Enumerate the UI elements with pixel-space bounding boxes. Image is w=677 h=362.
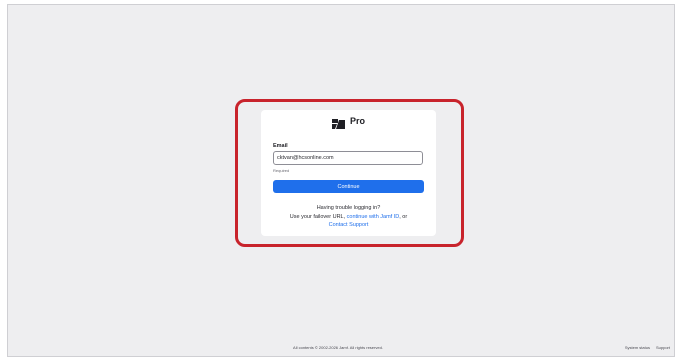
page: Pro Email Required Continue Having troub… [0,0,677,362]
system-status-link[interactable]: System status [625,345,650,350]
support-link[interactable]: Support [656,345,670,350]
copyright-text: All contents © 2002-2026 Jamf. All right… [293,345,383,350]
highlight-annotation [235,99,464,247]
footer-links: System status Support [625,345,670,350]
